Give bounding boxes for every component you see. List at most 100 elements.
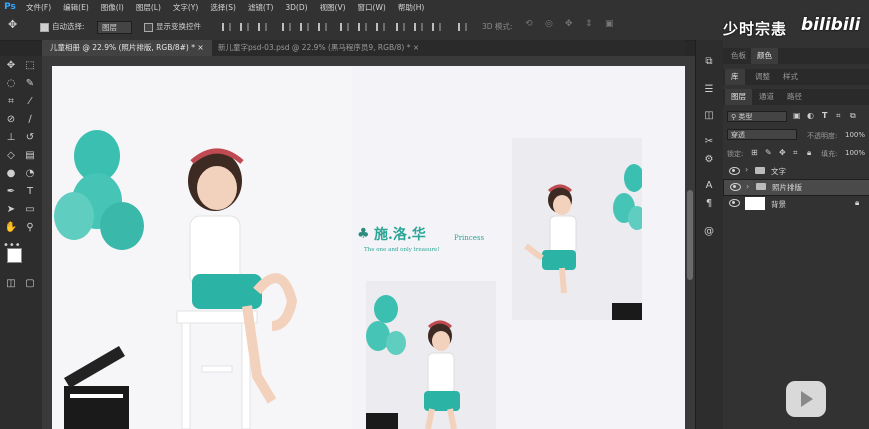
glyphs-panel-icon[interactable]: @ — [701, 224, 717, 240]
distribute-right-icon[interactable] — [432, 23, 441, 31]
screen-mode-icon[interactable]: ▢ — [22, 276, 38, 292]
menu-type[interactable]: 文字(Y) — [167, 2, 204, 13]
fill-value[interactable]: 100% — [845, 149, 865, 157]
chevron-right-icon[interactable]: › — [745, 165, 748, 174]
auto-select-checkbox[interactable]: 自动选择: — [40, 21, 85, 32]
lock-pixels-icon[interactable]: ⊞ — [751, 148, 758, 157]
menu-image[interactable]: 图像(I) — [95, 2, 130, 13]
distribute-hcenter-icon[interactable] — [414, 23, 423, 31]
lock-position-icon[interactable]: ✥ — [779, 148, 786, 157]
lock-all-icon[interactable]: 🔒︎ — [807, 148, 811, 158]
tab-swatches[interactable]: 色板 — [725, 48, 752, 64]
visibility-eye-icon[interactable] — [729, 167, 740, 175]
distribute-vcenter-icon[interactable] — [358, 23, 367, 31]
document-canvas[interactable]: ♣ 施.洛.华 Princess The one and only treasu… — [52, 66, 685, 429]
tab-channels[interactable]: 通道 — [753, 89, 780, 105]
move-tool-icon[interactable]: ✥ — [3, 58, 19, 74]
layer-row-text[interactable]: › 文字 — [723, 164, 869, 179]
filter-shape-icon[interactable]: ⌗ — [836, 111, 841, 121]
align-vcenter-icon[interactable] — [240, 23, 249, 31]
3d-scale-icon[interactable]: ▣ — [605, 19, 614, 29]
gradient-tool-icon[interactable]: ▤ — [22, 148, 38, 164]
menu-3d[interactable]: 3D(D) — [279, 3, 313, 12]
visibility-eye-icon[interactable] — [729, 199, 740, 207]
menu-layer[interactable]: 图层(L) — [130, 2, 167, 13]
filter-type-icon[interactable]: T — [822, 111, 827, 120]
align-right-icon[interactable] — [318, 23, 327, 31]
menu-file[interactable]: 文件(F) — [20, 2, 57, 13]
tab-new-children-psd[interactable]: 新儿童字psd-03.psd @ 22.9% (黑马程序员9, RGB/8) *… — [210, 40, 427, 56]
move-tool-icon[interactable]: ✥ — [8, 18, 17, 31]
blend-mode-dropdown[interactable]: 穿透 — [727, 129, 797, 140]
auto-select-dropdown[interactable]: 图层 — [97, 21, 132, 34]
lock-artboard-icon[interactable]: ⌗ — [793, 148, 798, 158]
menu-view[interactable]: 视图(V) — [314, 2, 352, 13]
tab-adjustments[interactable]: 调整 — [749, 69, 776, 85]
bilibili-play-icon[interactable] — [786, 381, 826, 417]
quick-mask-icon[interactable]: ◫ — [3, 276, 19, 292]
align-hcenter-icon[interactable] — [300, 23, 309, 31]
menu-window[interactable]: 窗口(W) — [352, 2, 392, 13]
crop-tool-icon[interactable]: ⌗ — [3, 94, 19, 110]
filter-adjust-icon[interactable]: ◐ — [807, 111, 814, 120]
brush-settings-icon[interactable]: ◫ — [701, 108, 717, 124]
history-panel-icon[interactable]: ⧉ — [701, 54, 717, 70]
filter-pixel-icon[interactable]: ▣ — [793, 111, 801, 120]
tab-layers[interactable]: 图层 — [725, 89, 752, 105]
rectangle-tool-icon[interactable]: ▭ — [22, 202, 38, 218]
align-left-icon[interactable] — [282, 23, 291, 31]
hand-tool-icon[interactable]: ✋ — [3, 220, 19, 236]
path-select-icon[interactable]: ➤ — [3, 202, 19, 218]
distribute-bottom-icon[interactable] — [376, 23, 385, 31]
layer-filter-dropdown[interactable]: ⚲ 类型 — [727, 111, 787, 122]
foreground-color-swatch[interactable] — [7, 248, 22, 263]
clone-stamp-icon[interactable]: ⊥ — [3, 130, 19, 146]
close-icon[interactable]: × — [197, 43, 203, 52]
menu-filter[interactable]: 滤镜(T) — [242, 2, 279, 13]
align-bottom-icon[interactable] — [258, 23, 267, 31]
tab-children-album[interactable]: 儿童相册 @ 22.9% (照片排版, RGB/8#) * × — [42, 40, 212, 56]
eyedropper-icon[interactable]: ⁄ — [22, 94, 38, 110]
tab-paths[interactable]: 路径 — [781, 89, 808, 105]
close-icon[interactable]: × — [413, 43, 419, 52]
menu-help[interactable]: 帮助(H) — [392, 2, 431, 13]
pen-tool-icon[interactable]: ✒ — [3, 184, 19, 200]
paragraph-panel-icon[interactable]: ¶ — [701, 196, 717, 212]
tab-libraries[interactable]: 库 — [725, 69, 745, 85]
distribute-left-icon[interactable] — [396, 23, 405, 31]
eraser-tool-icon[interactable]: ◇ — [3, 148, 19, 164]
history-brush-icon[interactable]: ↺ — [22, 130, 38, 146]
character-panel-icon[interactable]: A — [701, 178, 717, 194]
lasso-tool-icon[interactable]: ◌ — [3, 76, 19, 92]
dodge-tool-icon[interactable]: ◔ — [22, 166, 38, 182]
properties-panel-icon[interactable]: ☰ — [701, 82, 717, 98]
brush-tool-icon[interactable]: ∕ — [22, 112, 38, 128]
3d-slide-icon[interactable]: ⇕ — [585, 19, 593, 29]
marquee-tool-icon[interactable]: ⬚ — [22, 58, 38, 74]
layer-row-photo-layout[interactable]: › 照片排版 — [723, 179, 869, 196]
3d-pan-icon[interactable]: ✥ — [565, 19, 573, 29]
filter-smart-icon[interactable]: ⧉ — [850, 111, 856, 121]
zoom-tool-icon[interactable]: ⚲ — [22, 220, 38, 236]
3d-orbit-icon[interactable]: ⟲ — [525, 19, 533, 29]
menu-edit[interactable]: 编辑(E) — [57, 2, 95, 13]
type-tool-icon[interactable]: T — [22, 184, 38, 200]
visibility-eye-icon[interactable] — [730, 183, 741, 191]
layer-row-background[interactable]: 背景 🔒︎ — [723, 195, 869, 212]
tool-presets-icon[interactable]: ✂ — [701, 134, 717, 150]
tab-styles[interactable]: 样式 — [777, 69, 804, 85]
quick-select-icon[interactable]: ✎ — [22, 76, 38, 92]
3d-roll-icon[interactable]: ◎ — [545, 19, 553, 29]
lock-paint-icon[interactable]: ✎ — [765, 148, 772, 157]
show-transform-checkbox[interactable]: 显示变换控件 — [144, 21, 201, 32]
auto-align-icon[interactable] — [458, 23, 467, 31]
adjustments-icon[interactable]: ⚙ — [701, 152, 717, 168]
vertical-scroll-thumb[interactable] — [687, 190, 693, 280]
distribute-top-icon[interactable] — [340, 23, 349, 31]
align-top-icon[interactable] — [222, 23, 231, 31]
opacity-value[interactable]: 100% — [845, 131, 865, 139]
tab-color[interactable]: 颜色 — [751, 48, 778, 64]
healing-brush-icon[interactable]: ⊘ — [3, 112, 19, 128]
menu-select[interactable]: 选择(S) — [204, 2, 242, 13]
chevron-right-icon[interactable]: › — [746, 181, 749, 192]
